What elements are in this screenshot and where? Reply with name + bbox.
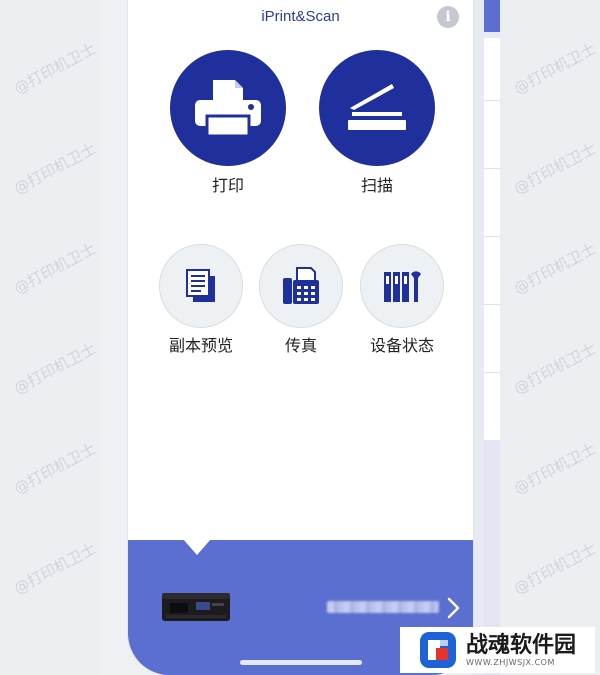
site-name: 战魂软件园	[466, 632, 577, 658]
pointer-notch	[183, 539, 211, 555]
fax-button[interactable]	[259, 244, 343, 328]
home-indicator	[240, 660, 362, 665]
copy-preview-icon	[186, 269, 215, 302]
device-status-button[interactable]	[360, 244, 444, 328]
printer-name	[327, 601, 439, 613]
app-screen: iPrint&Scan i 打印 扫描 副本预览 传真 设备状态	[127, 0, 474, 675]
scan-label: 扫描	[360, 176, 393, 195]
background-left	[0, 0, 100, 675]
site-url: WWW.ZHJWSJX.COM	[466, 657, 555, 667]
info-icon[interactable]: i	[437, 6, 459, 28]
device-status-label: 设备状态	[369, 336, 434, 355]
scan-button[interactable]	[319, 50, 435, 166]
chevron-right-icon[interactable]	[446, 596, 462, 620]
device-status-icon	[384, 271, 421, 302]
copy-preview-button[interactable]	[159, 244, 243, 328]
background-right	[500, 0, 600, 675]
fax-icon	[283, 267, 319, 304]
adjacent-screen-peek	[472, 0, 500, 675]
print-label: 打印	[211, 176, 244, 195]
printer-icon	[195, 80, 261, 138]
scanner-icon	[348, 84, 406, 130]
site-badge: 战魂软件园 WWW.ZHJWSJX.COM	[400, 627, 595, 673]
app-title: iPrint&Scan	[261, 8, 340, 25]
printer-device-image	[162, 593, 230, 621]
site-logo-icon	[420, 632, 456, 668]
print-button[interactable]	[170, 50, 286, 166]
